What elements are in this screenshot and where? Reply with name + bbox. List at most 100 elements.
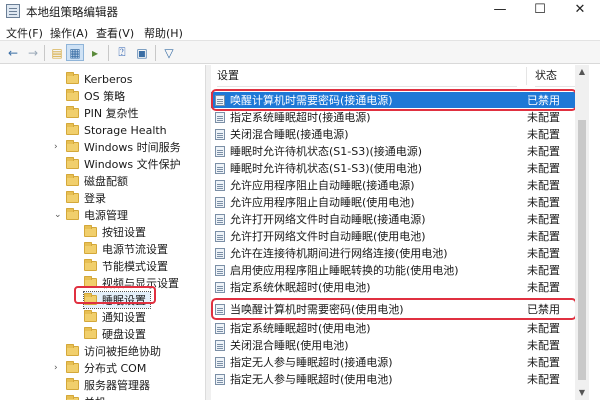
tree-item-power-management[interactable]: 电源管理 [66, 207, 128, 223]
policy-setting-icon [215, 196, 225, 208]
folder-icon [66, 106, 79, 118]
settings-list-pane: 设置 状态 唤醒计算机时需要密码(接通电源) 已禁用 指定系统睡眠超时(接通电源)… [211, 65, 600, 400]
policy-setting-icon [215, 356, 225, 368]
policy-setting-icon [215, 281, 225, 293]
tree-item-energy-saver[interactable]: 节能模式设置 [84, 258, 168, 274]
filter-icon[interactable]: ▽ [160, 44, 178, 61]
folder-icon [84, 225, 97, 237]
policy-setting-icon [215, 145, 225, 157]
folder-icon [66, 378, 79, 390]
tree-item-access-denied-assistance[interactable]: 访问被拒绝协助 [66, 343, 161, 359]
tree-item-windows-file-protection[interactable]: Windows 文件保护 [66, 156, 181, 172]
column-header-setting[interactable]: 设置 [217, 65, 517, 87]
list-item[interactable]: 允许打开网络文件时自动睡眠(使用电池) 未配置 [211, 228, 577, 244]
menu-file[interactable]: 文件(F) [6, 25, 43, 41]
close-button[interactable]: ✕ [560, 0, 600, 22]
toolbar-separator [108, 45, 109, 61]
policy-setting-icon [215, 322, 225, 334]
policy-setting-icon [215, 128, 225, 140]
tree-item-distributed-com[interactable]: 分布式 COM [66, 360, 146, 376]
list-item[interactable]: 启用使应用程序阻止睡眠转换的功能(使用电池) 未配置 [211, 262, 577, 278]
navigation-tree: Kerberos OS 策略 PIN 复杂性 Storage Health › … [0, 65, 205, 400]
collapse-arrow-icon[interactable]: ⌄ [54, 210, 62, 220]
list-item[interactable]: 允许应用程序阻止自动睡眠(使用电池) 未配置 [211, 194, 577, 210]
policy-setting-icon [215, 162, 225, 174]
tree-item-power-throttling[interactable]: 电源节流设置 [84, 241, 168, 257]
toolbar-separator [44, 45, 45, 61]
tree-item-windows-time[interactable]: Windows 时间服务 [66, 139, 181, 155]
list-item[interactable]: 指定系统睡眠超时(使用电池) 未配置 [211, 320, 577, 336]
tree-item-disk-quota[interactable]: 磁盘配额 [66, 173, 128, 189]
menu-action[interactable]: 操作(A) [50, 25, 88, 41]
folder-icon [66, 174, 79, 186]
title-bar: 本地组策略编辑器 — ☐ ✕ [0, 0, 600, 22]
list-item[interactable]: 允许打开网络文件时自动睡眠(接通电源) 未配置 [211, 211, 577, 227]
folder-icon [66, 72, 79, 84]
tree-item-shutdown[interactable]: 关机 [66, 394, 106, 400]
folder-icon [66, 191, 79, 203]
column-divider[interactable] [526, 67, 527, 85]
show-tree-icon[interactable]: ▦ [66, 44, 84, 61]
policy-setting-icon [215, 373, 225, 385]
window-title: 本地组策略编辑器 [26, 5, 118, 19]
menu-bar: 文件(F) 操作(A) 查看(V) 帮助(H) [0, 22, 600, 40]
tree-item-server-manager[interactable]: 服务器管理器 [66, 377, 150, 393]
list-item[interactable]: 睡眠时允许待机状态(S1-S3)(接通电源) 未配置 [211, 143, 577, 159]
policy-setting-icon [215, 247, 225, 259]
forward-arrow-icon[interactable]: → [24, 44, 42, 61]
expand-arrow-icon[interactable]: › [54, 142, 58, 152]
tree-item-storage-health[interactable]: Storage Health [66, 122, 167, 138]
folder-icon [66, 344, 79, 356]
maximize-button[interactable]: ☐ [520, 0, 560, 22]
policy-setting-icon [215, 179, 225, 191]
up-folder-icon[interactable]: ▤ [48, 44, 66, 61]
list-item[interactable]: 指定无人参与睡眠超时(接通电源) 未配置 [211, 354, 577, 370]
annotation-highlight-box [211, 298, 577, 320]
policy-setting-icon [215, 264, 225, 276]
scroll-down-arrow-icon[interactable]: ▼ [575, 386, 589, 400]
list-item[interactable]: 指定系统睡眠超时(接通电源) 未配置 [211, 109, 577, 125]
folder-icon [66, 123, 79, 135]
tree-item-kerberos[interactable]: Kerberos [66, 71, 132, 87]
list-scrollbar[interactable]: ▲ ▼ [575, 65, 589, 400]
toolbar: ← → ▤ ▦ ▸ ⍰ ▣ ▽ [0, 40, 600, 64]
list-item[interactable]: 关闭混合睡眠(使用电池) 未配置 [211, 337, 577, 353]
scroll-up-arrow-icon[interactable]: ▲ [575, 65, 589, 79]
tree-item-notification-settings[interactable]: 通知设置 [84, 309, 146, 325]
folder-icon [66, 208, 79, 220]
back-arrow-icon[interactable]: ← [4, 44, 22, 61]
list-scroll-thumb[interactable] [578, 120, 586, 380]
annotation-highlight-box [211, 89, 577, 111]
toolbar-separator [155, 45, 156, 61]
folder-icon [66, 157, 79, 169]
folder-icon [84, 327, 97, 339]
list-item[interactable]: 关闭混合睡眠(接通电源) 未配置 [211, 126, 577, 142]
policy-editor-icon [6, 4, 20, 18]
list-item[interactable]: 允许应用程序阻止自动睡眠(接通电源) 未配置 [211, 177, 577, 193]
policy-setting-icon [215, 213, 225, 225]
tree-item-logon[interactable]: 登录 [66, 190, 106, 206]
policy-setting-icon [215, 111, 225, 123]
menu-view[interactable]: 查看(V) [96, 25, 134, 41]
policy-setting-icon [215, 230, 225, 242]
menu-help[interactable]: 帮助(H) [144, 25, 183, 41]
list-item[interactable]: 允许在连接待机期间进行网络连接(使用电池) 未配置 [211, 245, 577, 261]
minimize-button[interactable]: — [480, 0, 520, 22]
tree-item-hard-disk-settings[interactable]: 硬盘设置 [84, 326, 146, 342]
tree-item-button-settings[interactable]: 按钮设置 [84, 224, 146, 240]
list-item[interactable]: 指定无人参与睡眠超时(使用电池) 未配置 [211, 371, 577, 387]
export-list-icon[interactable]: ▸ [86, 44, 104, 61]
list-item[interactable]: 睡眠时允许待机状态(S1-S3)(使用电池) 未配置 [211, 160, 577, 176]
expand-arrow-icon[interactable]: › [54, 363, 58, 373]
tree-item-os-policy[interactable]: OS 策略 [66, 88, 125, 104]
folder-icon [84, 310, 97, 322]
folder-icon [66, 140, 79, 152]
list-item[interactable]: 指定系统休眠超时(使用电池) 未配置 [211, 279, 577, 295]
folder-icon [66, 89, 79, 101]
folder-icon [66, 361, 79, 373]
annotation-highlight-box [74, 286, 156, 304]
folder-icon [84, 242, 97, 254]
help-icon[interactable]: ⍰ [113, 44, 131, 61]
properties-icon[interactable]: ▣ [133, 44, 151, 61]
tree-item-pin-complexity[interactable]: PIN 复杂性 [66, 105, 139, 121]
